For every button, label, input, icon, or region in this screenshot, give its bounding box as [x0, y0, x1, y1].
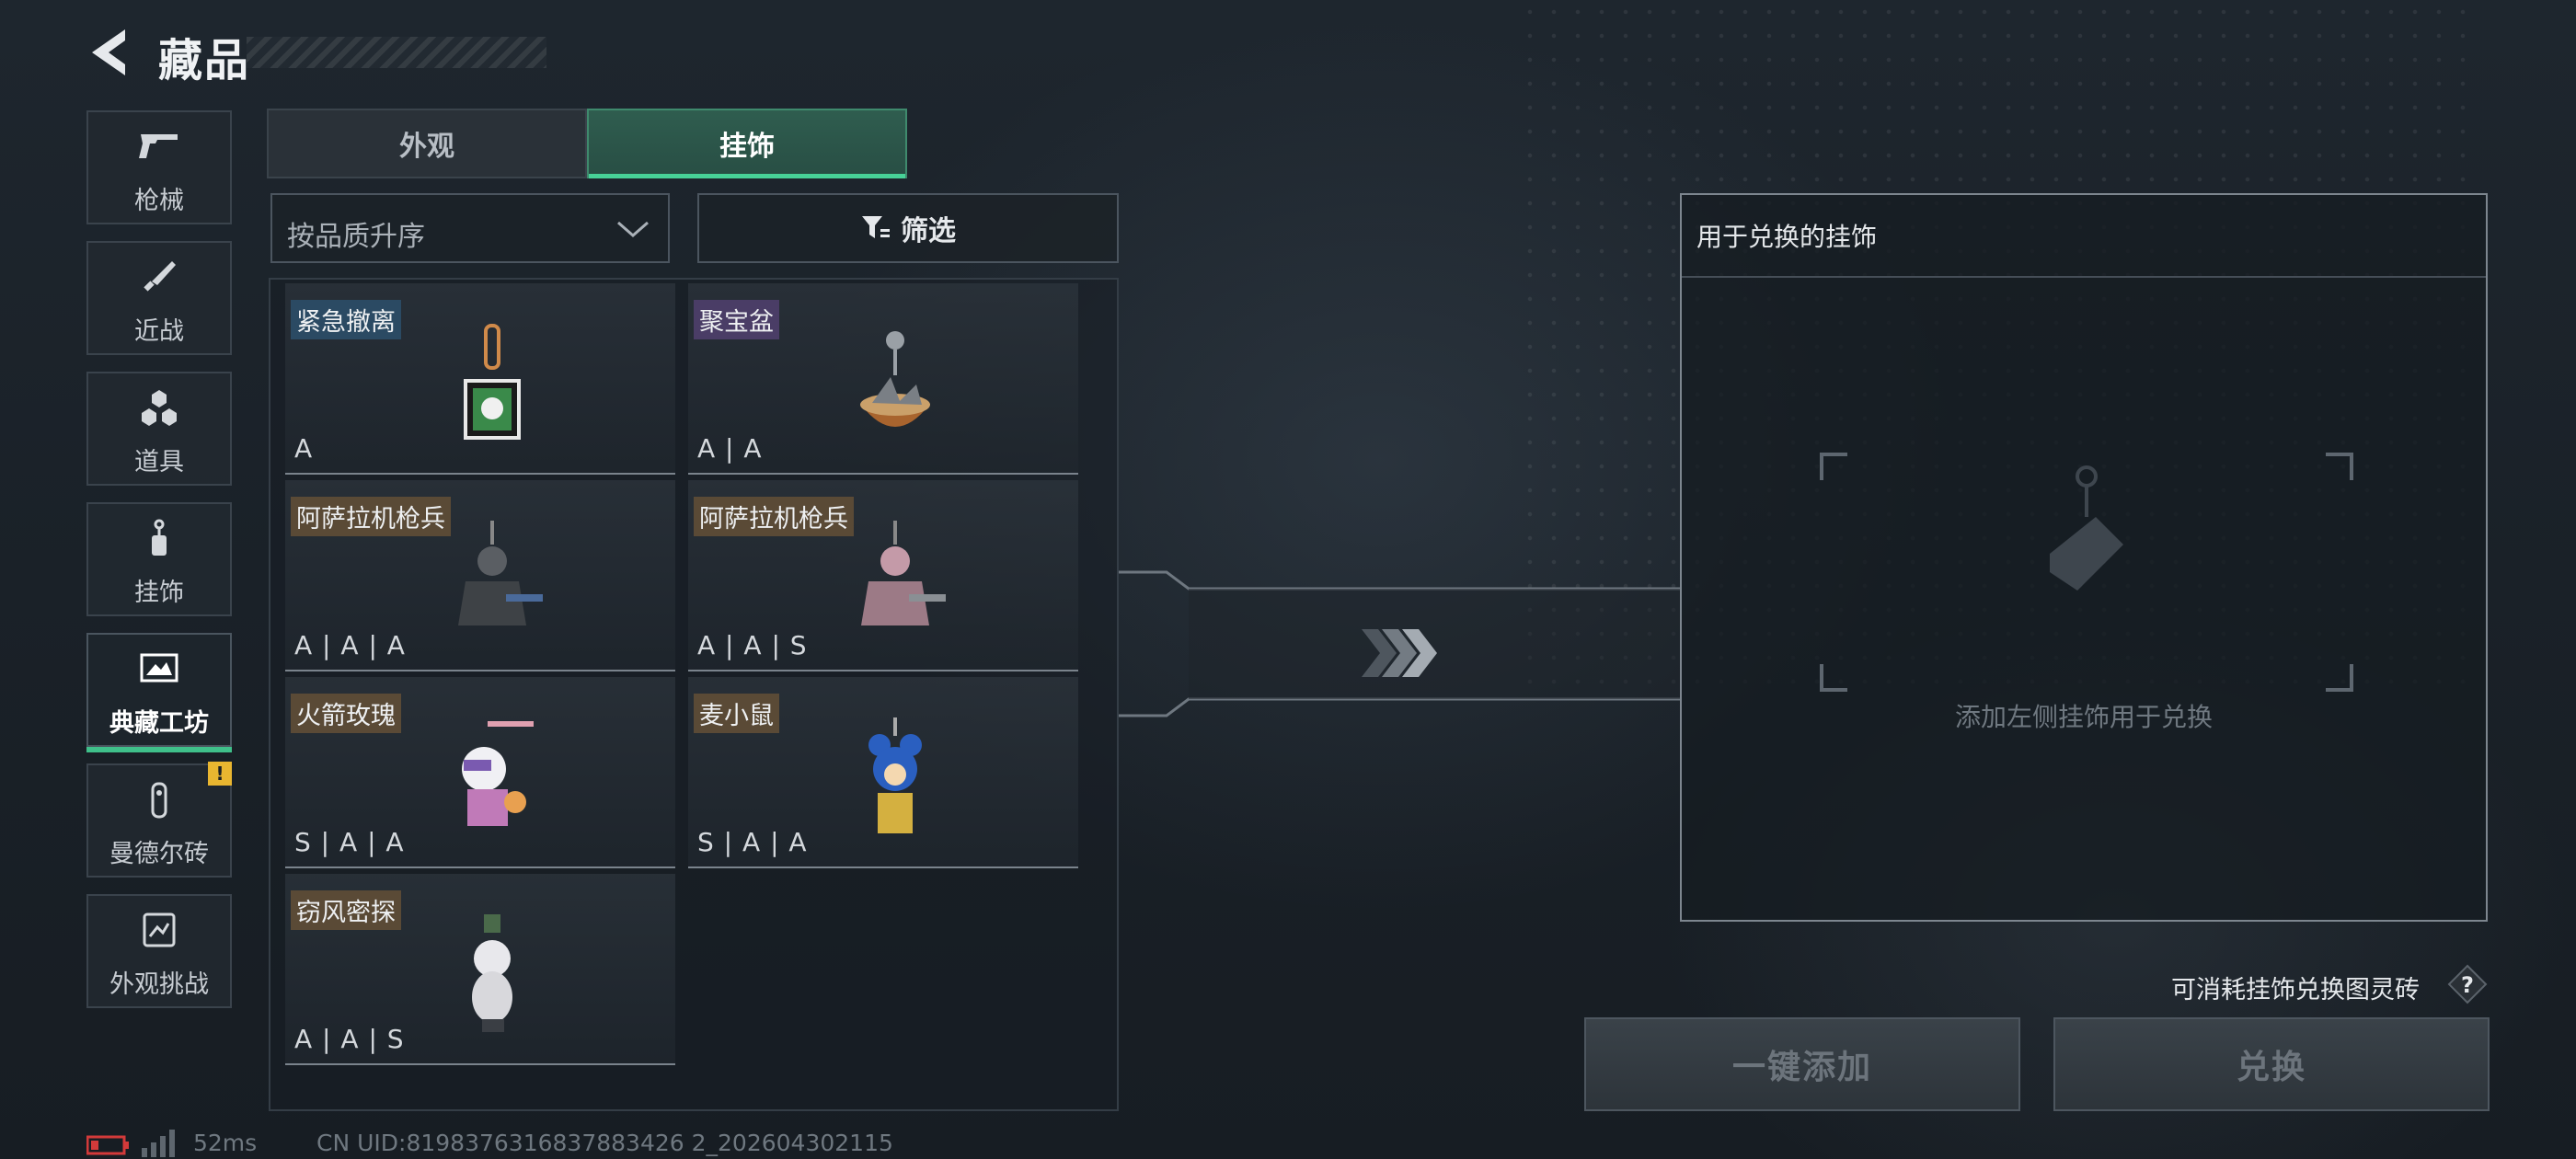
charm-grade: A | A [697, 433, 763, 464]
charm-card[interactable]: 窃风密探 A | A | S [285, 874, 675, 1065]
sidebar-item-mandel-brick[interactable]: 曼德尔砖 ! [86, 762, 232, 878]
charm-name: 聚宝盆 [694, 300, 779, 339]
sort-value: 按品质升序 [287, 221, 425, 253]
charm-name: 阿萨拉机枪兵 [694, 497, 854, 536]
gun-icon [139, 134, 178, 158]
items-icon [142, 390, 177, 426]
charm-grade: S | A | A [294, 827, 405, 857]
sidebar-item-workshop[interactable]: 典藏工坊 [86, 633, 232, 752]
tab-label: 挂饰 [719, 131, 775, 163]
add-all-button[interactable]: 一键添加 [1584, 1017, 2020, 1111]
sidebar-item-items[interactable]: 道具 [86, 372, 232, 486]
charm-rocket-rose-icon [462, 721, 534, 826]
title-decoration [247, 37, 546, 68]
filter-icon [862, 216, 890, 238]
charm-card[interactable]: 火箭玫瑰 S | A | A [285, 677, 675, 868]
sidebar-item-label: 典藏工坊 [109, 709, 209, 738]
svg-text:?: ? [2461, 972, 2474, 998]
tab-label: 外观 [399, 131, 454, 163]
filter-button[interactable]: 筛选 [697, 193, 1119, 263]
challenge-icon [143, 912, 176, 947]
exchange-hint: 添加左侧挂饰用于兑换 [1954, 702, 2213, 732]
tab-charms[interactable]: 挂饰 [587, 109, 907, 178]
sidebar-item-melee[interactable]: 近战 [86, 241, 232, 355]
charm-emergency-evac-icon [464, 324, 521, 440]
sidebar-item-label: 近战 [134, 317, 184, 346]
user-uid: CN UID:8198376316837883426 2_20260430211… [316, 1130, 893, 1156]
charm-name: 窃风密探 [291, 890, 401, 930]
charm-grade: S | A | A [697, 827, 808, 857]
exchange-button[interactable]: 兑换 [2053, 1017, 2490, 1111]
charm-asala-gunner-pink-icon [861, 521, 946, 625]
exchange-label: 兑换 [2236, 1049, 2306, 1086]
active-indicator [86, 747, 232, 752]
add-all-label: 一键添加 [1731, 1049, 1872, 1086]
charm-grade: A | A | S [294, 1024, 405, 1054]
help-icon[interactable]: ? [2447, 964, 2488, 1004]
divider [1682, 276, 2486, 278]
workshop-icon [140, 653, 178, 683]
transfer-arrows-icon [1362, 629, 1437, 677]
charm-icon [152, 519, 167, 556]
charm-mai-mouse-icon [868, 717, 922, 833]
charm-grade: A [294, 433, 314, 464]
charm-card[interactable]: 聚宝盆 A | A [688, 283, 1078, 475]
charm-name: 火箭玫瑰 [291, 694, 401, 733]
page-title: 藏品 [158, 35, 251, 86]
sidebar-item-charms[interactable]: 挂饰 [86, 502, 232, 616]
tab-active-underline [589, 174, 905, 178]
ping-readout: 52ms [193, 1130, 258, 1156]
charm-name: 阿萨拉机枪兵 [291, 497, 451, 536]
filter-label: 筛选 [901, 215, 956, 247]
battery-icon [86, 1135, 129, 1155]
charm-card[interactable]: 阿萨拉机枪兵 A | A | S [688, 480, 1078, 671]
exchange-panel-title: 用于兑换的挂饰 [1696, 222, 1878, 252]
signal-icon [142, 1130, 175, 1157]
sidebar-item-label: 枪械 [134, 187, 184, 215]
warning-badge: ! [208, 762, 232, 786]
exchange-slot-panel[interactable]: 用于兑换的挂饰 添加左侧挂饰用于兑换 [1680, 193, 2488, 922]
charm-grade: A | A | A [294, 630, 406, 660]
charm-name: 紧急撤离 [291, 300, 401, 339]
tab-appearance[interactable]: 外观 [267, 109, 587, 178]
sidebar-item-label: 挂饰 [134, 579, 184, 607]
charm-asala-gunner-icon [458, 521, 543, 625]
sidebar-item-label: 道具 [134, 448, 184, 476]
consume-info-label: 可消耗挂饰兑换图灵砖 [2171, 976, 2420, 1004]
brick-icon [151, 782, 167, 819]
charm-wind-spy-icon [472, 914, 512, 1032]
charm-card[interactable]: 紧急撤离 A [285, 283, 675, 475]
charm-card[interactable]: 麦小鼠 S | A | A [688, 677, 1078, 868]
charm-name: 麦小鼠 [694, 694, 779, 733]
empty-slot-placeholder-icon [1820, 453, 2353, 692]
sidebar-item-label: 曼德尔砖 [109, 840, 209, 868]
back-arrow-icon[interactable] [85, 26, 136, 79]
chevron-down-icon [617, 221, 649, 237]
sidebar-item-appearance-challenge[interactable]: 外观挑战 [86, 894, 232, 1008]
sort-dropdown[interactable]: 按品质升序 [270, 193, 670, 263]
charm-grade: A | A | S [697, 630, 808, 660]
charm-treasure-bowl-icon [860, 331, 930, 427]
sidebar-item-guns[interactable]: 枪械 [86, 110, 232, 224]
charm-card[interactable]: 阿萨拉机枪兵 A | A | A [285, 480, 675, 671]
knife-icon [144, 261, 176, 292]
sidebar-item-label: 外观挑战 [109, 970, 209, 999]
